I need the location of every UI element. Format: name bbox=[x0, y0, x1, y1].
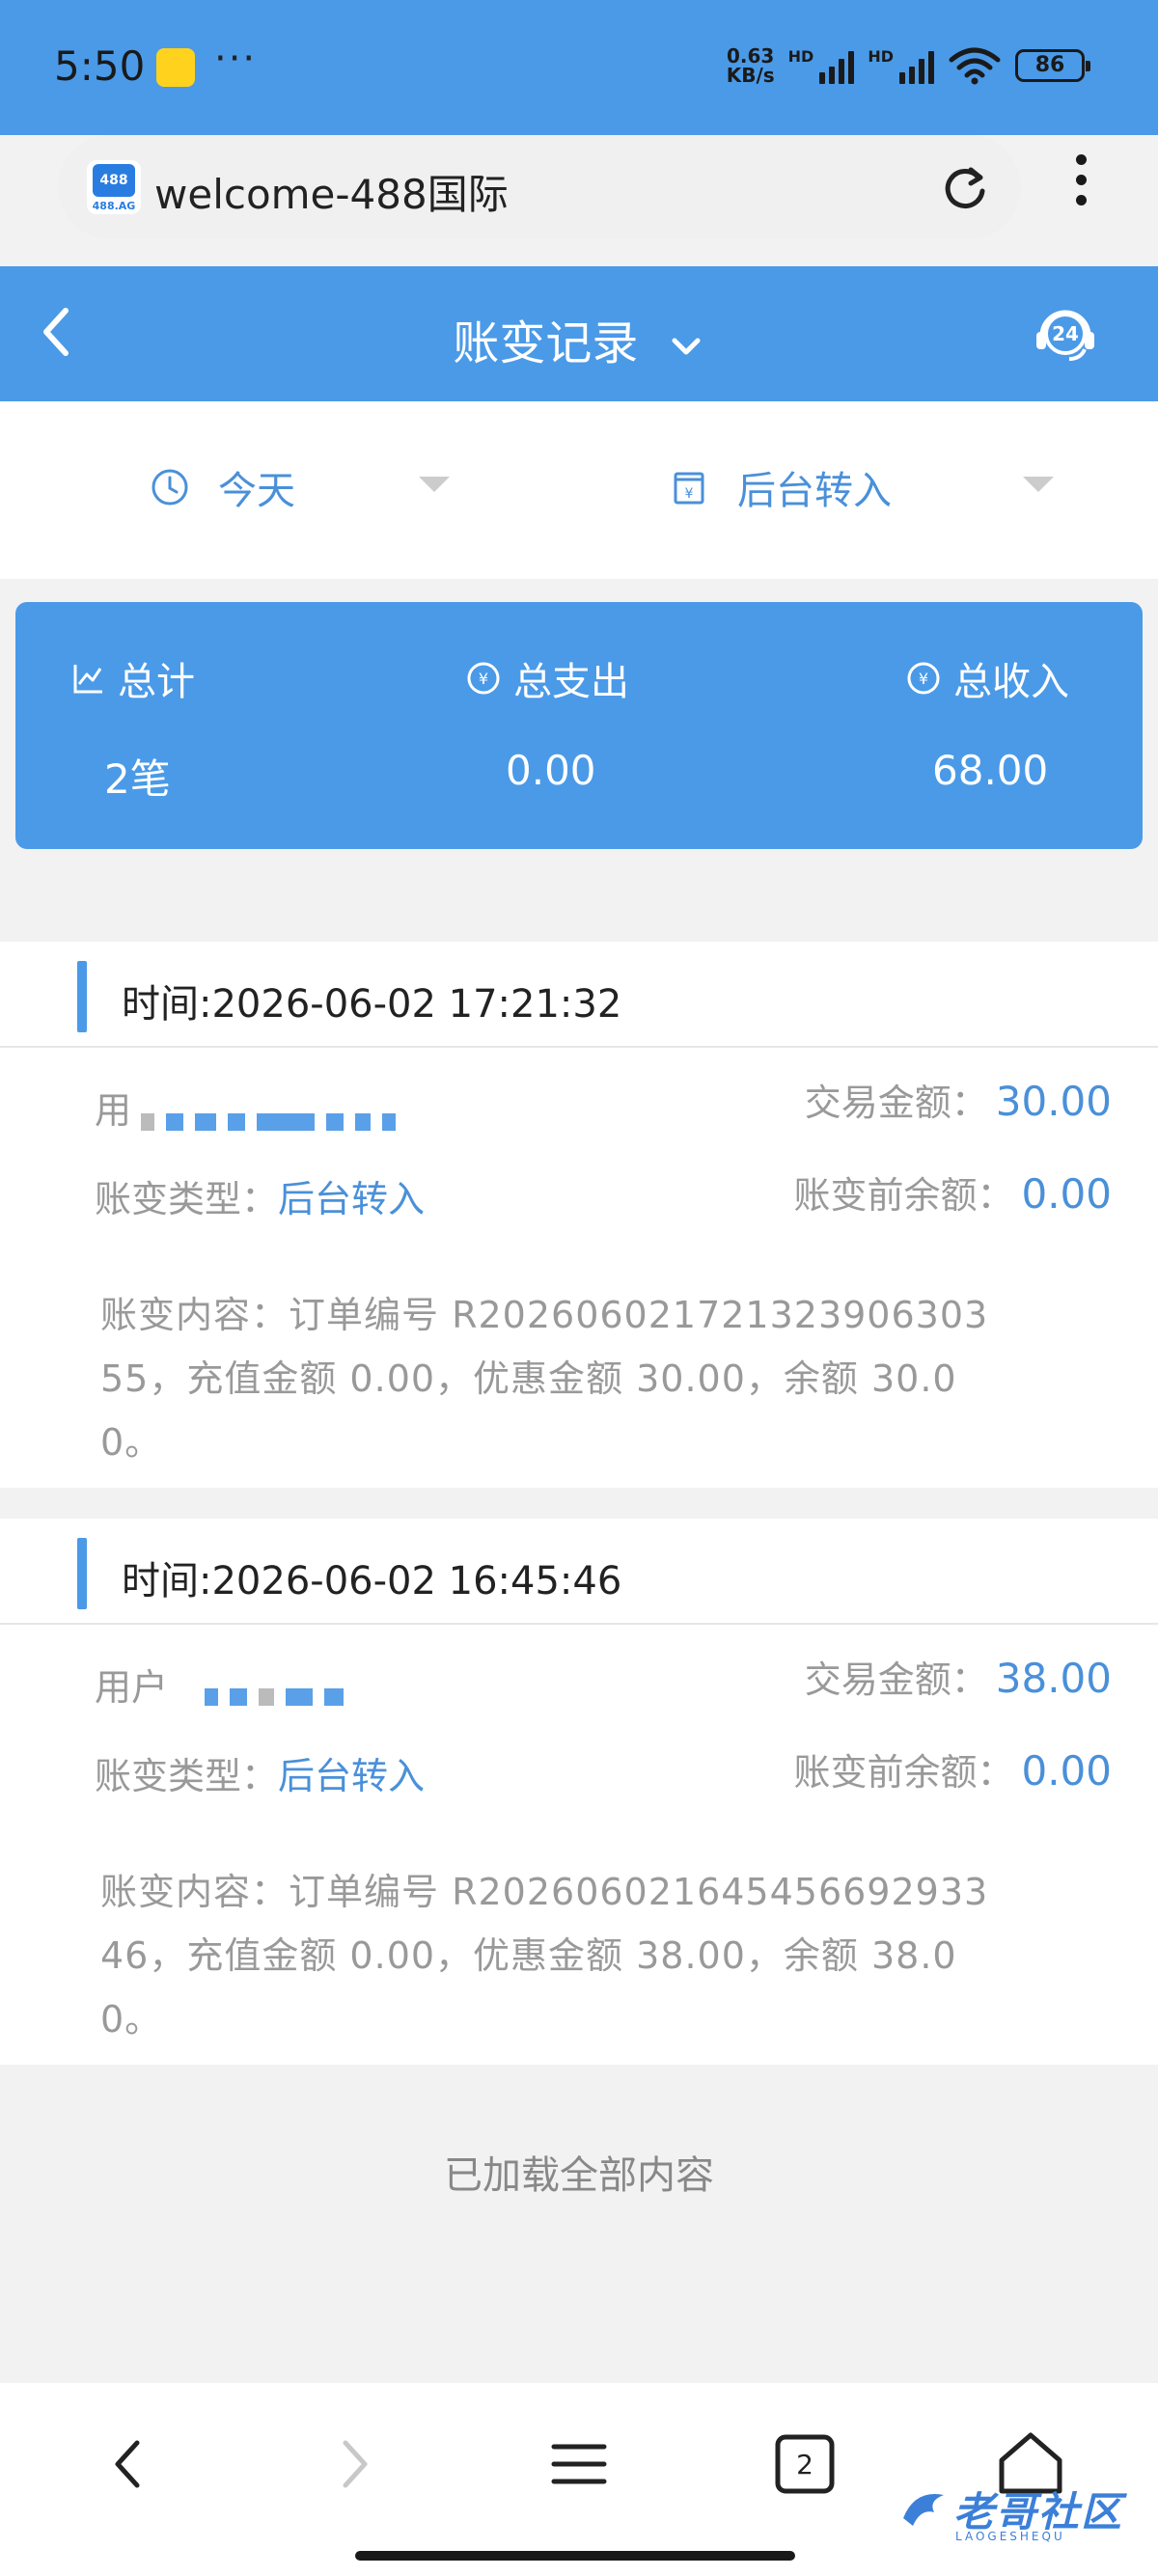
trend-chart-icon bbox=[73, 665, 102, 694]
yuan-coin-icon: ¥ bbox=[907, 662, 940, 695]
watermark-subtext: LAOGESHEQU bbox=[955, 2530, 1065, 2543]
amount-row: 交易金额： 30.00 bbox=[804, 1078, 1112, 1125]
svg-text:¥: ¥ bbox=[919, 670, 928, 688]
balance-value: 0.00 bbox=[1021, 1170, 1112, 1218]
receipt-icon: ¥ bbox=[674, 472, 704, 505]
expense-value: 0.00 bbox=[506, 747, 596, 794]
accent-bar bbox=[77, 961, 87, 1032]
type-value: 后台转入 bbox=[278, 1755, 426, 1797]
customer-service-icon[interactable]: 24 bbox=[1031, 297, 1100, 367]
record-content: 账变内容：订单编号 R202606021645456692933 46，充值金额… bbox=[100, 1871, 989, 2041]
amount-row: 交易金额： 38.00 bbox=[804, 1655, 1112, 1702]
summary-card: 总计 2笔 ¥ 总支出 0.00 ¥ 总收入 68.00 bbox=[15, 602, 1143, 849]
chevron-down-icon bbox=[672, 338, 701, 355]
total-value: 2笔 bbox=[104, 755, 171, 803]
record-content: 账变内容：订单编号 R202606021721323906303 55，充值金额… bbox=[100, 1294, 989, 1464]
expense-label: 总支出 bbox=[513, 660, 629, 704]
browser-menu-icon[interactable] bbox=[1062, 154, 1100, 216]
balance-row: 账变前余额： 0.00 bbox=[793, 1747, 1112, 1795]
signal-icon: HD bbox=[788, 47, 855, 84]
yuan-coin-icon: ¥ bbox=[467, 662, 500, 695]
record-time: 时间:2026-06-02 16:45:46 bbox=[122, 1559, 622, 1603]
type-filter-label: 后台转入 bbox=[737, 469, 892, 513]
nav-back-icon[interactable] bbox=[91, 2425, 168, 2503]
gesture-home-bar[interactable] bbox=[355, 2551, 795, 2561]
type-value: 后台转入 bbox=[278, 1178, 426, 1220]
browser-bottom-nav: 2 老哥社区 LAOGESHEQU bbox=[0, 2383, 1158, 2576]
reload-icon[interactable] bbox=[936, 158, 994, 216]
total-label: 总计 bbox=[118, 660, 195, 704]
user-label: 用 bbox=[95, 1089, 132, 1132]
amount-value: 30.00 bbox=[995, 1078, 1112, 1125]
record-card: 时间:2026-06-02 17:21:32 用 交易金额： 30.00 账变类型… bbox=[0, 942, 1158, 1488]
type-dropdown-icon[interactable] bbox=[1023, 477, 1054, 492]
status-indicators: 0.63 KB/s HD HD 86 bbox=[726, 44, 1090, 87]
income-label: 总收入 bbox=[953, 660, 1069, 704]
record-header: 时间:2026-06-02 17:21:32 bbox=[0, 942, 1158, 1048]
filter-bar: 今天 ¥ 后台转入 bbox=[0, 401, 1158, 579]
network-speed: 0.63 KB/s bbox=[726, 44, 775, 87]
nav-forward-icon[interactable] bbox=[315, 2425, 392, 2503]
summary-total: 总计 bbox=[71, 650, 195, 706]
nav-menu-icon[interactable] bbox=[540, 2425, 618, 2503]
amount-value: 38.00 bbox=[995, 1655, 1112, 1702]
type-row: 账变类型：后台转入 bbox=[95, 1178, 426, 1220]
date-filter-label: 今天 bbox=[218, 469, 295, 513]
date-filter[interactable]: 今天 bbox=[151, 459, 295, 515]
summary-expense: ¥ 总支出 bbox=[465, 650, 629, 706]
music-app-icon bbox=[156, 48, 195, 87]
page-header: 账变记录 24 bbox=[0, 266, 1158, 401]
clock-icon bbox=[152, 469, 188, 506]
svg-text:24: 24 bbox=[1052, 322, 1079, 345]
masked-username bbox=[141, 1111, 407, 1131]
signal-icon-2: HD bbox=[868, 47, 934, 84]
record-header: 时间:2026-06-02 16:45:46 bbox=[0, 1519, 1158, 1625]
status-bar: 5:50 ··· 0.63 KB/s HD HD 86 bbox=[0, 0, 1158, 135]
masked-username bbox=[205, 1686, 355, 1706]
wifi-icon bbox=[949, 47, 1001, 85]
income-value: 68.00 bbox=[932, 747, 1049, 794]
status-time: 5:50 bbox=[54, 42, 146, 90]
end-of-list-text: 已加载全部内容 bbox=[444, 2153, 714, 2198]
page-title: 账变记录 bbox=[453, 316, 639, 370]
type-row: 账变类型：后台转入 bbox=[95, 1755, 426, 1797]
site-favicon-icon: 488 488.AG bbox=[87, 160, 141, 214]
nav-tabs-icon[interactable]: 2 bbox=[766, 2425, 843, 2503]
accent-bar bbox=[77, 1538, 87, 1609]
user-label: 用户 bbox=[95, 1666, 169, 1709]
address-bar[interactable]: 488 488.AG welcome-488国际 bbox=[58, 135, 1021, 239]
record-time: 时间:2026-06-02 17:21:32 bbox=[122, 982, 622, 1027]
svg-text:¥: ¥ bbox=[479, 670, 488, 688]
date-dropdown-icon[interactable] bbox=[419, 477, 450, 492]
summary-income: ¥ 总收入 bbox=[905, 650, 1069, 706]
dragon-logo-icon bbox=[903, 2494, 944, 2526]
type-filter[interactable]: ¥ 后台转入 bbox=[670, 459, 892, 515]
battery-icon: 86 bbox=[1015, 49, 1090, 82]
balance-value: 0.00 bbox=[1021, 1747, 1112, 1795]
page-title-dropdown[interactable]: 账变记录 bbox=[0, 305, 1158, 372]
balance-row: 账变前余额： 0.00 bbox=[793, 1170, 1112, 1218]
url-text[interactable]: welcome-488国际 bbox=[154, 162, 509, 221]
svg-text:2: 2 bbox=[796, 2449, 813, 2480]
watermark-logo: 老哥社区 LAOGESHEQU bbox=[896, 2470, 1123, 2547]
record-card: 时间:2026-06-02 16:45:46 用户 交易金额： 38.00 账变类… bbox=[0, 1519, 1158, 2065]
more-notifications-icon: ··· bbox=[214, 37, 258, 81]
svg-text:¥: ¥ bbox=[685, 486, 694, 502]
